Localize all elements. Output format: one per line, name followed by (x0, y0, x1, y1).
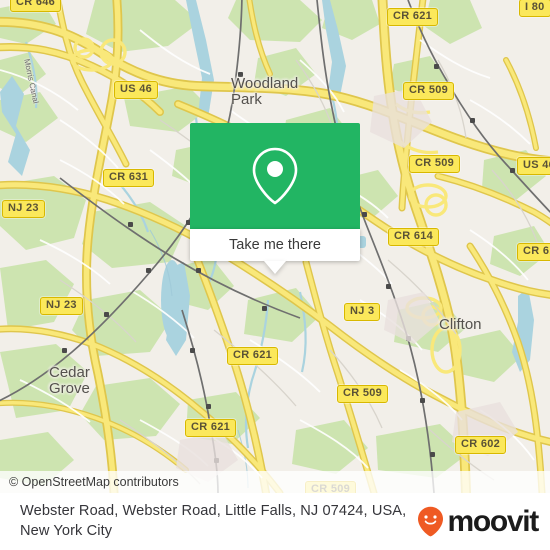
shield-cr-602[interactable]: CR 602 (455, 436, 507, 454)
shield-cr-621-low[interactable]: CR 621 (185, 419, 237, 437)
moovit-pin-smile-icon (418, 506, 444, 537)
popup-footer[interactable]: Take me there (190, 229, 360, 274)
shield-us-46-left[interactable]: US 46 (114, 81, 159, 99)
shield-nj-3[interactable]: NJ 3 (344, 303, 381, 321)
shield-cr-614[interactable]: CR 614 (388, 228, 440, 246)
moovit-logo[interactable]: moovit (417, 504, 539, 538)
popup-tail-pointer (264, 261, 286, 274)
take-me-there-label: Take me there (229, 237, 321, 253)
shield-cr-621-mid[interactable]: CR 621 (227, 347, 279, 365)
location-popup-card[interactable]: Take me there (190, 123, 360, 274)
shield-nj-23-upper[interactable]: NJ 23 (2, 200, 45, 218)
map-screenshot: Woodland Park Clifton Cedar Grove Morris… (0, 0, 550, 550)
popup-header (190, 123, 360, 229)
shield-cr-631[interactable]: CR 631 (103, 169, 155, 187)
shield-us-46-right[interactable]: US 46 (517, 157, 550, 175)
shield-i-80[interactable]: I 80 (519, 0, 550, 17)
map-attribution[interactable]: © OpenStreetMap contributors (0, 471, 550, 493)
page-footer: Webster Road, Webster Road, Little Falls… (0, 493, 550, 550)
moovit-wordmark: moovit (447, 504, 539, 538)
shield-cr-509-lower[interactable]: CR 509 (337, 385, 389, 403)
shield-cr-646-top[interactable]: CR 646 (10, 0, 62, 12)
shield-nj-23-lower[interactable]: NJ 23 (40, 297, 83, 315)
shield-cr-621-top[interactable]: CR 621 (387, 8, 439, 26)
address-text: Webster Road, Webster Road, Little Falls… (20, 503, 407, 539)
shield-cr-509-mid[interactable]: CR 509 (409, 155, 461, 173)
shield-cr-618[interactable]: CR 618 (517, 243, 550, 261)
map-pin-icon (252, 147, 298, 205)
shield-cr-509-upper[interactable]: CR 509 (403, 82, 455, 100)
